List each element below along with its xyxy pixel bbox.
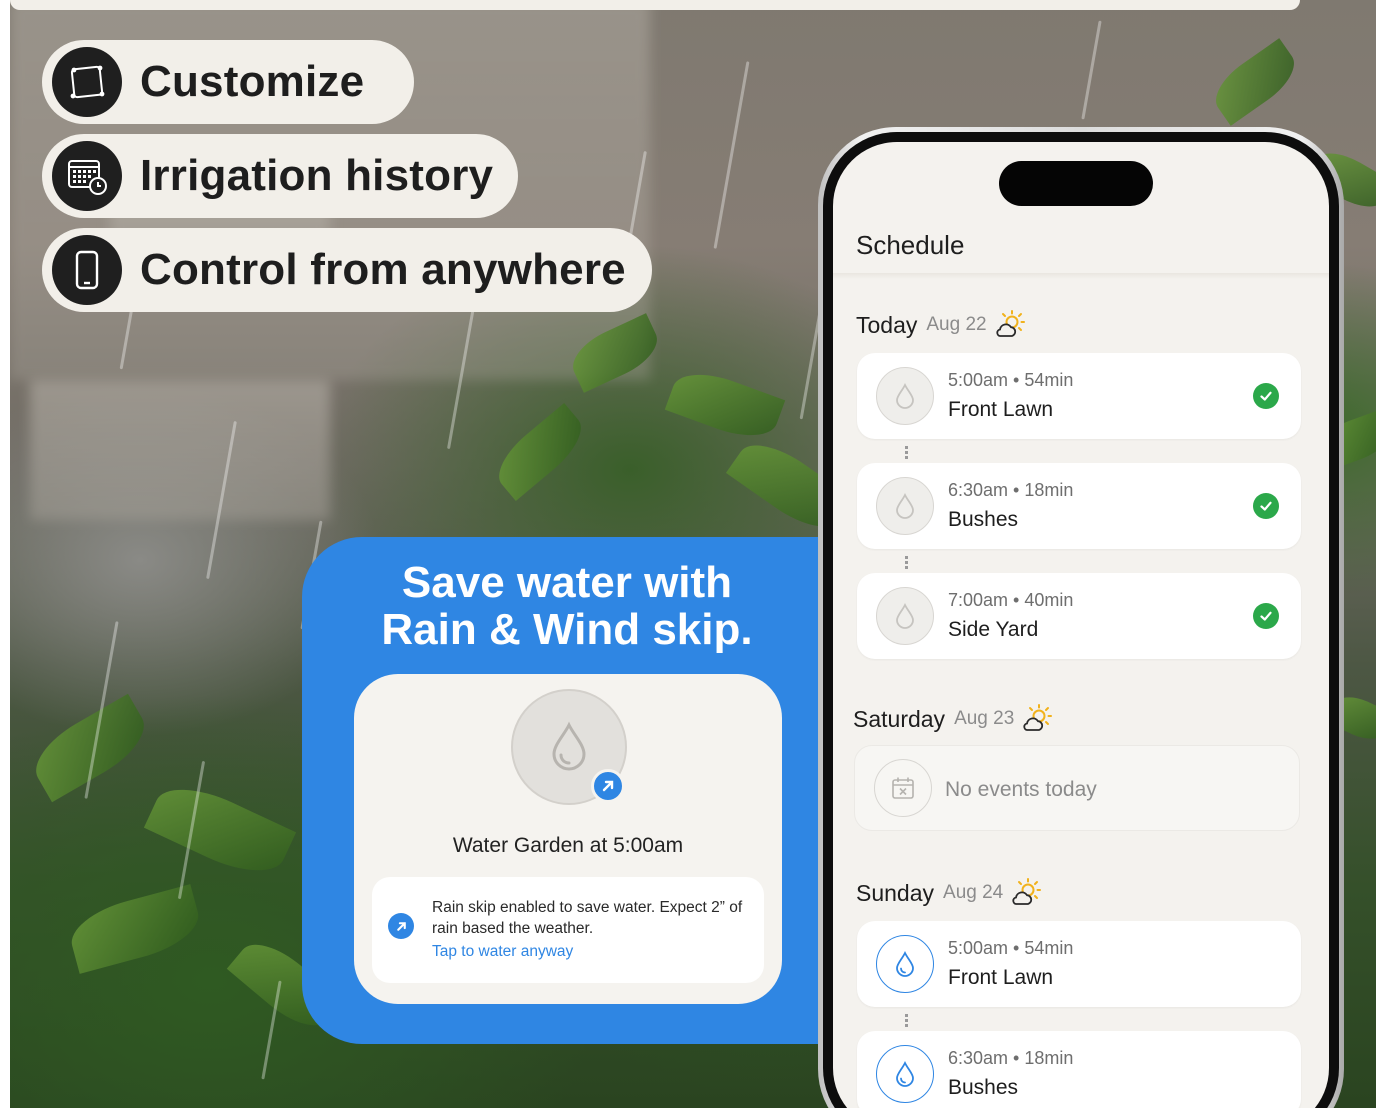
event-time: 6:30am • 18min xyxy=(948,1048,1074,1068)
arrow-up-right-icon xyxy=(388,913,414,939)
event-time: 5:00am • 54min xyxy=(948,938,1074,958)
day-header-saturday: Saturday Aug 23 xyxy=(853,704,1054,734)
event-card[interactable]: 5:00am • 54min Front Lawn xyxy=(857,921,1301,1007)
feature-pill-control-anywhere: Control from anywhere xyxy=(42,228,652,312)
promo-title: Save water with Rain & Wind skip. xyxy=(381,558,753,654)
schedule-screen: Schedule Today Aug 22 5:00am • 54min Fro… xyxy=(833,142,1329,1108)
water-drop-icon xyxy=(876,935,934,993)
event-zone: Bushes xyxy=(948,1076,1019,1099)
event-zone: Bushes xyxy=(948,508,1019,531)
event-card[interactable]: 5:00am • 54min Front Lawn xyxy=(857,353,1301,439)
smartphone-icon xyxy=(52,235,122,305)
water-garden-card: Water Garden at 5:00am Rain skip enabled… xyxy=(354,674,782,1004)
day-header-today: Today Aug 22 xyxy=(856,310,1027,340)
no-events-label: No events today xyxy=(945,778,1097,801)
rain-skip-message: Rain skip enabled to save water. Expect … xyxy=(432,899,743,937)
water-drop-icon xyxy=(876,587,934,645)
water-drop-icon xyxy=(552,721,586,771)
calendar-x-icon xyxy=(874,759,932,817)
timeline-connector xyxy=(905,1014,908,1028)
dynamic-island xyxy=(999,161,1153,206)
checkmark-icon xyxy=(1253,383,1279,409)
timeline-connector xyxy=(905,556,908,570)
checkmark-icon xyxy=(1253,603,1279,629)
water-anyway-link[interactable]: Tap to water anyway xyxy=(432,943,573,961)
top-banner-edge xyxy=(10,0,1300,10)
timeline-connector xyxy=(905,446,908,460)
sun-cloud-icon xyxy=(1023,704,1053,731)
frame-corners-icon xyxy=(52,47,122,117)
event-time: 6:30am • 18min xyxy=(948,480,1074,500)
feature-pill-irrigation-history: Irrigation history xyxy=(42,134,518,218)
event-card[interactable]: 6:30am • 18min Bushes xyxy=(857,1031,1301,1108)
event-time: 5:00am • 54min xyxy=(948,370,1074,390)
event-card[interactable]: 6:30am • 18min Bushes xyxy=(857,463,1301,549)
calendar-clock-icon xyxy=(52,141,122,211)
feature-label: Customize xyxy=(140,57,365,106)
checkmark-icon xyxy=(1253,493,1279,519)
feature-label: Irrigation history xyxy=(140,151,494,200)
water-drop-icon xyxy=(876,1045,934,1103)
phone-mockup: Schedule Today Aug 22 5:00am • 54min Fro… xyxy=(818,127,1344,1108)
day-header-sunday: Sunday Aug 24 xyxy=(856,878,1043,908)
screen-title: Schedule xyxy=(856,230,965,260)
event-card[interactable]: 7:00am • 40min Side Yard xyxy=(857,573,1301,659)
event-time: 7:00am • 40min xyxy=(948,590,1074,610)
arrow-up-right-icon xyxy=(591,769,625,803)
empty-event-card: No events today xyxy=(854,745,1300,831)
water-garden-title: Water Garden at 5:00am xyxy=(452,834,684,857)
feature-pill-customize: Customize xyxy=(42,40,414,124)
title-divider xyxy=(833,273,1329,279)
water-drop-icon xyxy=(876,367,934,425)
rain-skip-promo: Save water with Rain & Wind skip. Water … xyxy=(302,537,832,1044)
event-zone: Front Lawn xyxy=(948,966,1054,989)
water-drop-icon xyxy=(876,477,934,535)
event-zone: Front Lawn xyxy=(948,398,1054,421)
rain-skip-notice: Rain skip enabled to save water. Expect … xyxy=(372,877,764,983)
sun-cloud-icon xyxy=(1012,878,1042,905)
event-zone: Side Yard xyxy=(948,618,1039,641)
feature-label: Control from anywhere xyxy=(140,245,626,294)
sun-cloud-icon xyxy=(996,310,1025,337)
